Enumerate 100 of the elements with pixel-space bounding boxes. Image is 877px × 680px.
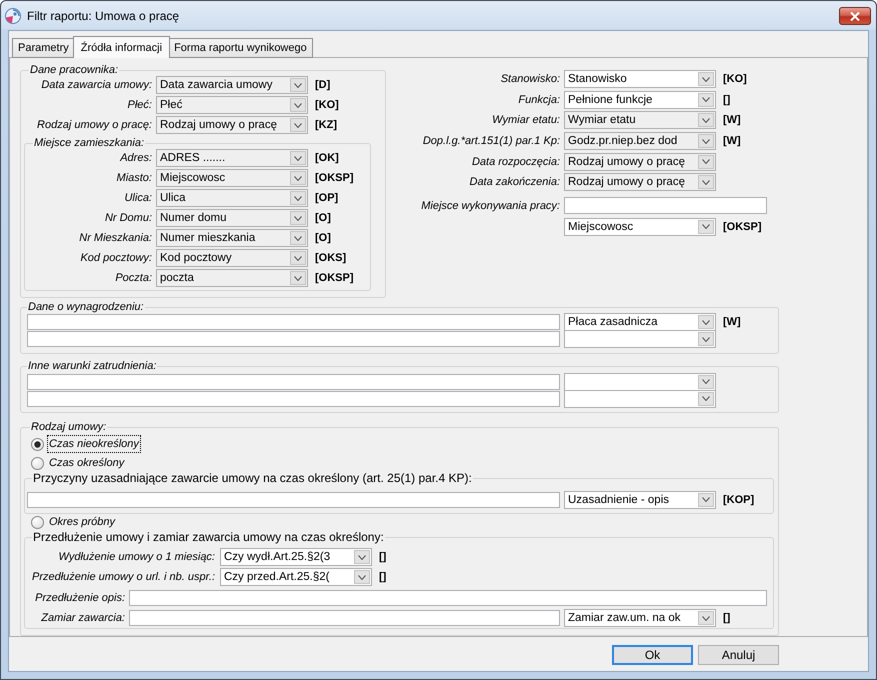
chevron-down-icon (294, 256, 302, 260)
dropdown-button[interactable] (290, 98, 306, 112)
combo-box[interactable]: Numer domu (156, 209, 308, 227)
dropdown-button[interactable] (290, 118, 306, 132)
combo-box[interactable]: Stanowisko (564, 70, 716, 88)
combo-box[interactable]: Rodzaj umowy o pracę (564, 173, 716, 192)
field-label: Adres: (120, 152, 152, 164)
dropdown-button[interactable] (698, 492, 714, 506)
field-label: Kod pocztowy: (80, 252, 152, 264)
chevron-down-icon (294, 102, 302, 108)
combo-box[interactable]: ADRES ....... (156, 149, 308, 167)
code-label: [O] (315, 212, 331, 224)
combo-box[interactable]: Rodzaj umowy o pracę (156, 116, 308, 134)
combo-box[interactable]: Miejscowosc (156, 169, 308, 187)
code-label: [D] (315, 79, 330, 91)
field-label: Stanowisko: (500, 73, 560, 86)
input-field[interactable] (564, 197, 767, 214)
dropdown-button[interactable] (290, 191, 306, 205)
code-label: [] (379, 551, 386, 564)
input-field[interactable] (27, 492, 560, 508)
combo-box[interactable]: Rodzaj umowy o pracę (564, 152, 716, 171)
combo-box[interactable]: Data zawarcia umowy (156, 76, 308, 94)
input-field[interactable] (129, 610, 560, 626)
tab[interactable]: Forma raportu wynikowego (168, 38, 313, 58)
dropdown-button[interactable] (698, 92, 714, 107)
chevron-down-icon (702, 138, 710, 144)
dropdown-button[interactable] (290, 271, 306, 285)
code-label: [KO] (315, 99, 339, 111)
dialog-button[interactable]: Anuluj (698, 645, 779, 665)
dropdown-button[interactable] (290, 151, 306, 165)
input-field[interactable] (27, 374, 560, 390)
radio-button-icon[interactable] (31, 438, 44, 450)
input-field[interactable] (27, 390, 560, 406)
dropdown-button[interactable] (698, 72, 714, 86)
code-label: [O] (315, 232, 331, 244)
tab[interactable]: Parametry (12, 38, 75, 58)
dropdown-button[interactable] (698, 134, 714, 148)
dropdown-button[interactable] (698, 392, 714, 406)
code-label: [W] (723, 114, 741, 126)
dialog-button[interactable]: Ok (612, 645, 693, 665)
dropdown-button[interactable] (290, 171, 306, 185)
dropdown-button[interactable] (698, 175, 714, 190)
field-label: Miasto: (116, 172, 152, 184)
combo-box[interactable]: Czy przed.Art.25.§2( (220, 568, 372, 586)
combo-box[interactable]: Czy wydł.Art.25.§2(3 (220, 548, 372, 566)
dropdown-button[interactable] (698, 220, 714, 234)
dropdown-button[interactable] (290, 251, 306, 265)
code-label: [W] (723, 316, 741, 328)
field-label: Nr Mieszkania: (79, 232, 152, 244)
chevron-down-icon (702, 396, 710, 401)
dropdown-button[interactable] (698, 315, 714, 329)
combo-box[interactable]: Wymiar etatu (564, 111, 716, 130)
dropdown-button[interactable] (290, 211, 306, 225)
code-label: [] (723, 612, 730, 624)
radio-label[interactable]: Czas określony (47, 454, 126, 472)
dropdown-button[interactable] (354, 550, 370, 564)
tab[interactable]: Źródła informacji (72, 36, 170, 58)
combo-box[interactable]: Numer mieszkania (156, 229, 308, 247)
input-field[interactable] (27, 331, 560, 347)
dropdown-button[interactable] (290, 78, 306, 92)
code-label: [OKSP] (723, 220, 762, 233)
dropdown-button[interactable] (698, 154, 714, 169)
chevron-down-icon (702, 159, 710, 164)
dropdown-button[interactable] (698, 611, 714, 626)
combo-box[interactable]: Ulica (156, 189, 308, 207)
group-title: Rodzaj umowy: (30, 420, 108, 434)
combo-box[interactable]: Płaca zasadnicza (564, 313, 716, 331)
combo-box[interactable]: Godz.pr.niep.bez dod (564, 132, 716, 150)
combo-box[interactable]: Uzasadnienie - opis (564, 490, 716, 508)
dropdown-button[interactable] (354, 570, 370, 584)
input-field[interactable] (129, 590, 767, 606)
dropdown-button[interactable] (698, 374, 714, 388)
field-label: Przedłużenie umowy o url. i nb. uspr.: (32, 571, 215, 584)
radio-label[interactable]: Okres próbny (47, 513, 118, 531)
dropdown-button[interactable] (698, 113, 714, 128)
group-title: Inne warunki zatrudnienia: (27, 360, 158, 373)
combo-box[interactable]: Miejscowosc (564, 218, 716, 236)
combo-box[interactable]: Płeć (156, 96, 308, 114)
combo-box[interactable]: Zamiar zaw.um. na ok (564, 609, 716, 628)
field-label: Miejsce wykonywania pracy: (421, 200, 560, 212)
dropdown-button[interactable] (698, 332, 714, 346)
combo-box[interactable]: Kod pocztowy (156, 249, 308, 267)
close-button[interactable] (839, 7, 871, 25)
chevron-down-icon (358, 574, 366, 580)
chevron-down-icon (702, 180, 710, 185)
chevron-down-icon (702, 497, 710, 502)
radio-button-icon[interactable] (31, 516, 44, 528)
code-label: [OKSP] (315, 272, 354, 284)
combo-box[interactable]: poczta (156, 269, 308, 287)
input-field[interactable] (27, 314, 560, 330)
radio-label[interactable]: Czas nieokreślony (47, 435, 141, 453)
radio-button-icon[interactable] (31, 456, 44, 470)
field-label: Wydłużenie umowy o 1 miesiąc: (58, 551, 215, 564)
chevron-down-icon (294, 196, 302, 200)
field-label: Poczta: (115, 272, 152, 284)
dropdown-button[interactable] (290, 231, 306, 245)
group-title: Dane pracownika: (29, 64, 120, 77)
combo-box[interactable]: Pełnione funkcje (564, 90, 716, 109)
code-label: [KO] (723, 73, 747, 86)
chevron-down-icon (294, 122, 302, 128)
